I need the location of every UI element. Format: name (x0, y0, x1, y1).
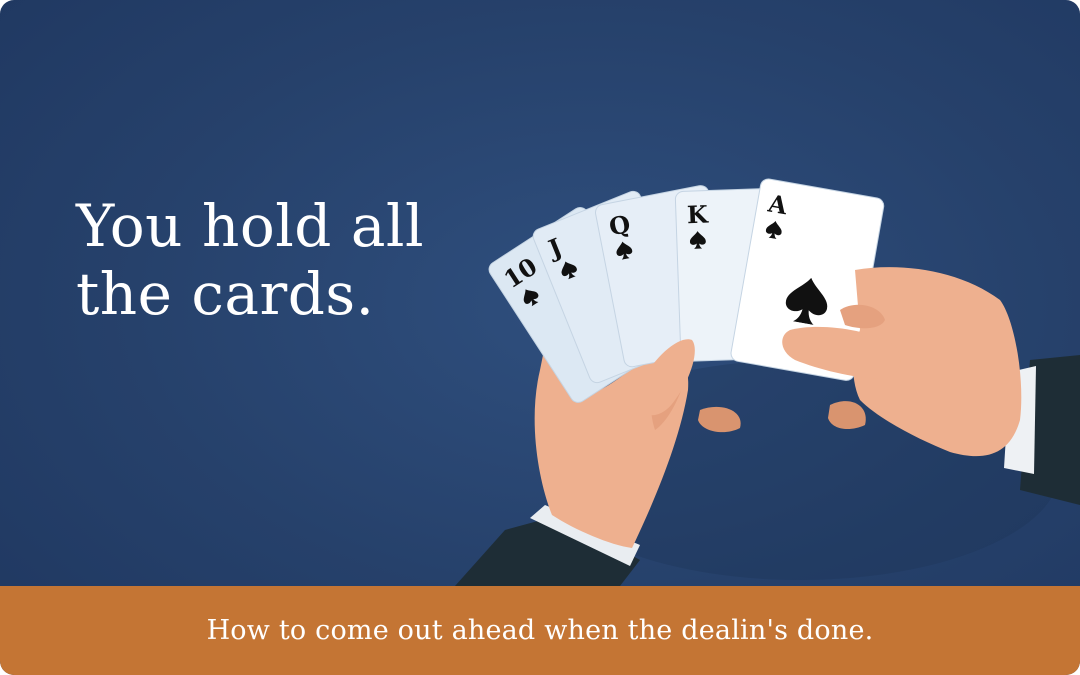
footer-tagline: How to come out ahead when the dealin's … (206, 615, 874, 646)
card-rank: K (686, 199, 709, 229)
hero-banner: You hold all the cards. 10 J Q K A How t… (0, 0, 1080, 675)
card-hand-illustration: 10 J Q K A (455, 178, 1080, 586)
footer-bar: How to come out ahead when the dealin's … (0, 586, 1080, 675)
